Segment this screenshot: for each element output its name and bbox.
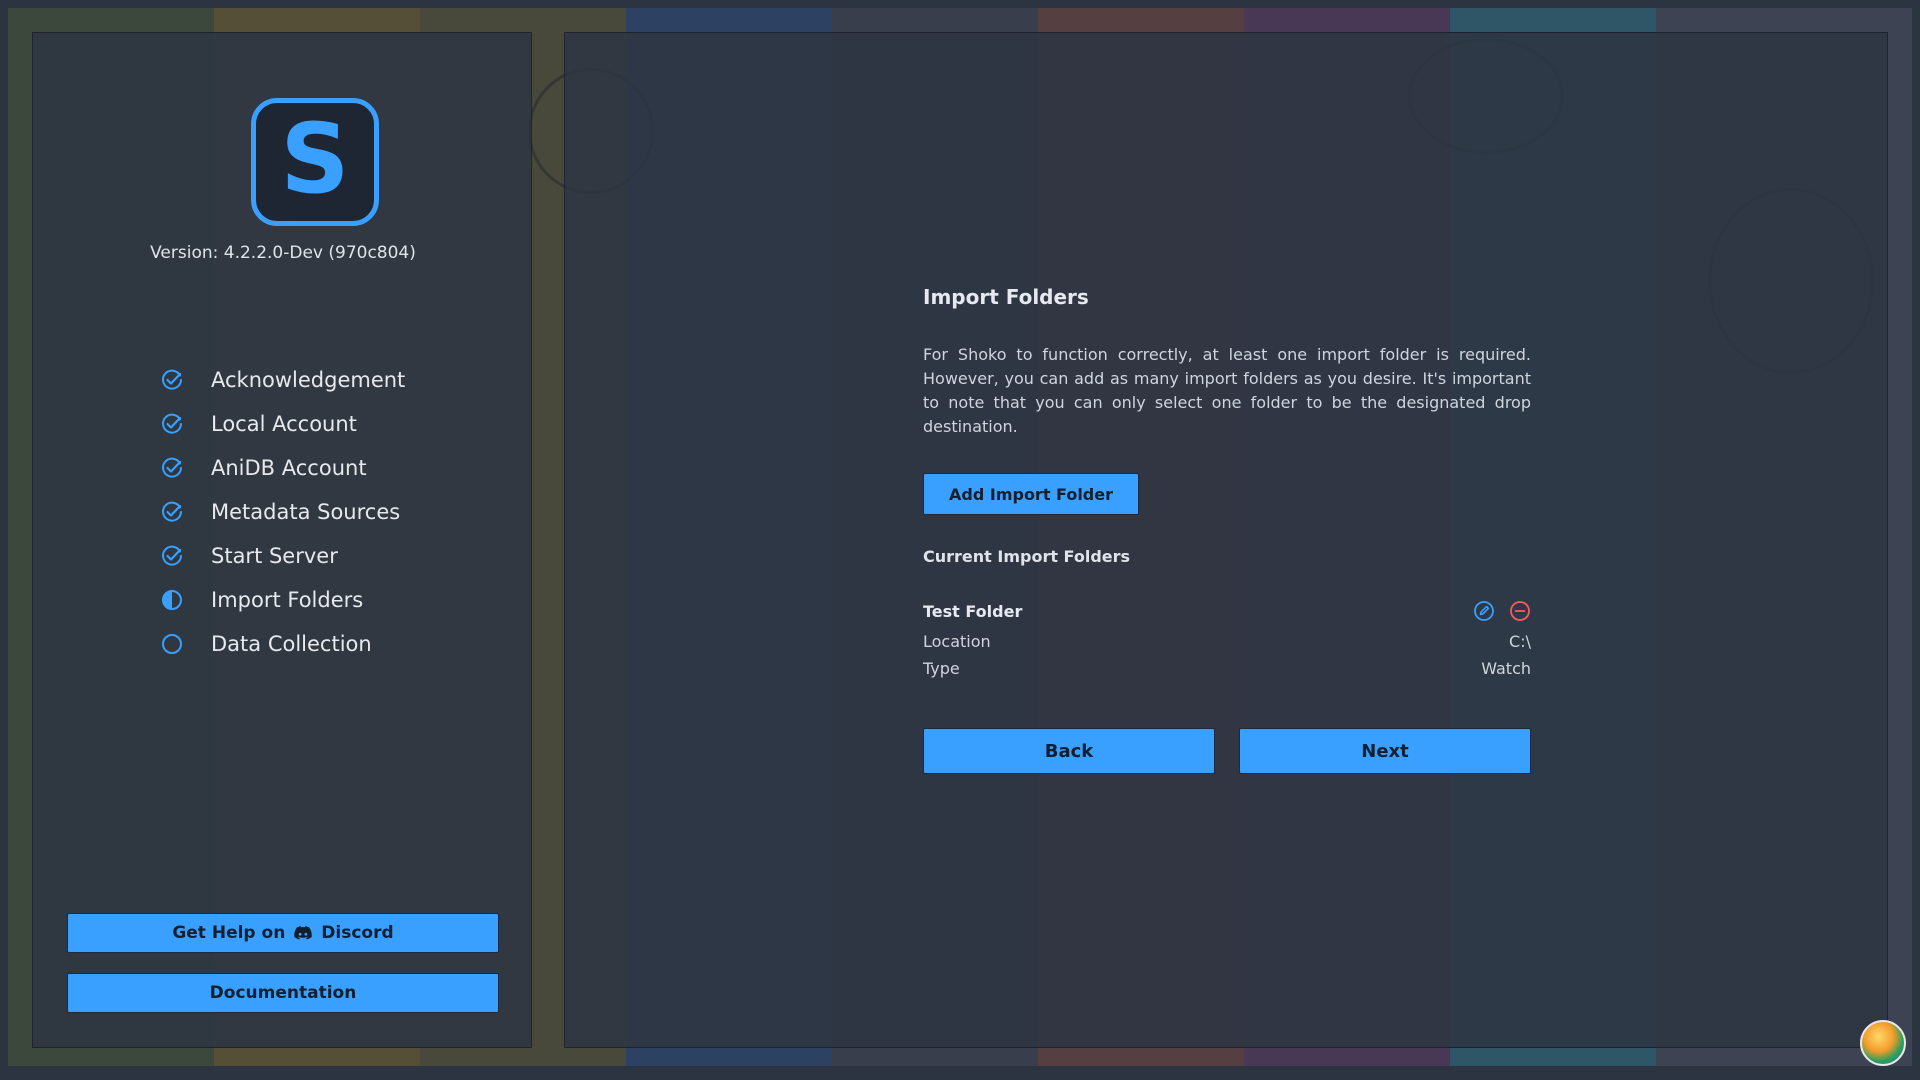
folder-location-row: Location C:\	[923, 632, 1531, 651]
step-label: Start Server	[211, 544, 338, 568]
discord-help-suffix: Discord	[321, 923, 394, 943]
empty-circle-icon	[162, 634, 182, 654]
page-title: Import Folders	[923, 285, 1089, 309]
discord-icon	[294, 926, 313, 940]
step-data-collection[interactable]: Data Collection	[161, 622, 405, 666]
back-button[interactable]: Back	[923, 728, 1215, 774]
step-start-server[interactable]: Start Server	[161, 534, 405, 578]
location-value: C:\	[1509, 632, 1531, 651]
page-description: For Shoko to function correctly, at leas…	[923, 345, 1531, 436]
add-import-folder-button[interactable]: Add Import Folder	[923, 473, 1139, 515]
check-circle-icon	[162, 369, 182, 390]
remove-icon[interactable]	[1509, 600, 1531, 622]
setup-steps: Acknowledgement Local Account AniDB Acco…	[161, 358, 405, 666]
wizard-navigation: Back Next	[923, 728, 1531, 774]
step-label: AniDB Account	[211, 456, 367, 480]
version-label: Version: 4.2.2.0-Dev (970c804)	[150, 243, 416, 263]
import-folders-section: Import Folders For Shoko to function cor…	[923, 285, 1531, 774]
folder-name: Test Folder	[923, 601, 1023, 621]
shoko-logo: S	[251, 98, 379, 226]
folder-type-row: Type Watch	[923, 659, 1531, 678]
check-circle-icon	[162, 457, 182, 478]
folder-header: Test Folder	[923, 600, 1531, 622]
logo-letter: S	[280, 103, 350, 215]
setup-sidebar: S Version: 4.2.2.0-Dev (970c804) Acknowl…	[32, 32, 532, 1048]
current-import-folders-heading: Current Import Folders	[923, 547, 1131, 566]
step-import-folders[interactable]: Import Folders	[161, 578, 405, 622]
step-label: Import Folders	[211, 588, 364, 612]
folder-actions	[1473, 600, 1531, 622]
check-circle-icon	[162, 413, 182, 434]
step-label: Acknowledgement	[211, 368, 406, 392]
step-anidb-account[interactable]: AniDB Account	[161, 446, 405, 490]
documentation-button[interactable]: Documentation	[67, 973, 499, 1013]
step-local-account[interactable]: Local Account	[161, 402, 405, 446]
main-panel: Import Folders For Shoko to function cor…	[564, 32, 1888, 1048]
step-label: Data Collection	[211, 632, 372, 656]
type-value: Watch	[1481, 659, 1531, 678]
step-metadata-sources[interactable]: Metadata Sources	[161, 490, 405, 534]
edit-icon[interactable]	[1473, 600, 1495, 622]
location-label: Location	[923, 632, 991, 651]
step-label: Local Account	[211, 412, 357, 436]
step-acknowledgement[interactable]: Acknowledgement	[161, 358, 405, 402]
check-circle-icon	[162, 501, 182, 522]
step-label: Metadata Sources	[211, 500, 401, 524]
discord-help-prefix: Get Help on	[172, 923, 286, 943]
type-label: Type	[923, 659, 960, 678]
avatar[interactable]	[1860, 1020, 1906, 1066]
check-circle-icon	[162, 545, 182, 566]
next-button[interactable]: Next	[1239, 728, 1531, 774]
discord-help-button[interactable]: Get Help on Discord	[67, 913, 499, 953]
half-circle-icon	[162, 590, 182, 610]
